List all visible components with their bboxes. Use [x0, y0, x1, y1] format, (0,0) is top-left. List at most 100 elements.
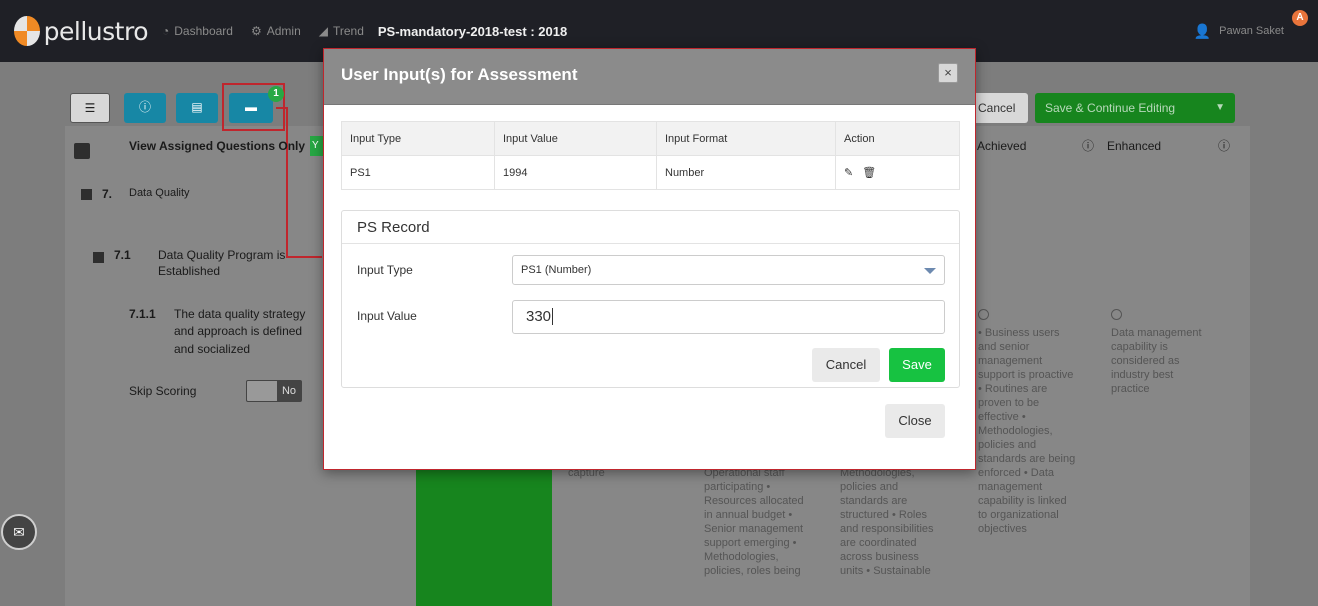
level-col2-line: policies, roles being [704, 565, 801, 577]
info-button[interactable]: ⓘ [124, 93, 166, 123]
view-assigned-header: View Assigned Questions Only [129, 126, 305, 166]
level-col2-line: Senior management [704, 523, 804, 535]
question-line3: and socialized [174, 342, 251, 356]
cancel-button[interactable]: Cancel [976, 93, 1028, 123]
subsection-number: 7.1 [114, 248, 131, 262]
input-type-label: Input Type [357, 263, 413, 277]
app-logo[interactable]: pellustro [14, 16, 149, 46]
input-value-text: 330 [526, 308, 552, 325]
level-col3-line: are coordinated [840, 537, 917, 549]
user-menu[interactable]: 👤 Pawan Saket [1194, 0, 1284, 62]
achieved-line: • Business users [978, 327, 1060, 339]
ps-record-panel: PS Record Input Type PS1 (Number) Input … [341, 210, 960, 388]
nav-dashboard-label: Dashboard [174, 24, 233, 38]
section-collapse-icon[interactable] [81, 189, 92, 200]
gauge-icon: ◔ [162, 24, 170, 38]
nav-admin-label: Admin [266, 24, 301, 38]
enhanced-radio[interactable] [1111, 309, 1122, 320]
achieved-info-icon[interactable]: ⓘ [1082, 137, 1094, 154]
modal-title: User Input(s) for Assessment [341, 65, 578, 84]
pencil-icon[interactable]: ✎ [844, 167, 853, 179]
table-header-row: Input Type Input Value Input Format Acti… [341, 121, 960, 156]
level-col3-text: Methodologies, policies and standards ar… [840, 466, 934, 578]
enhanced-line: industry best [1111, 369, 1174, 381]
trash-icon[interactable]: 🗑 [862, 167, 876, 179]
input-value-field[interactable]: 330 [512, 300, 945, 334]
achieved-line: Methodologies, [978, 425, 1053, 437]
level-col3-line: across business [840, 551, 919, 563]
modal-close-button[interactable]: Close [885, 404, 945, 438]
selected-level-cell [416, 470, 552, 606]
achieved-line: objectives [978, 523, 1027, 535]
nav-trend-label: Trend [332, 24, 364, 38]
level-col2-line: participating • [704, 481, 771, 493]
section-number: 7. [102, 187, 113, 201]
logo-text: pellustro [43, 16, 149, 46]
caret-down-icon[interactable]: ▼ [1215, 93, 1225, 123]
document-icon: ▤ [191, 100, 203, 114]
close-icon[interactable]: × [938, 63, 958, 83]
achieved-line: to organizational [978, 509, 1059, 521]
achieved-line: proven to be [978, 397, 1040, 409]
achieved-line: management [978, 355, 1043, 367]
section-label: Data Quality [129, 187, 190, 199]
col-header-action: Action [835, 121, 960, 156]
achieved-radio[interactable] [978, 309, 989, 320]
level-col2-line: Resources allocated [704, 495, 804, 507]
skip-scoring-label: Skip Scoring [129, 384, 197, 398]
cell-input-value: 1994 [494, 155, 657, 190]
subsection-label-line2: Established [158, 264, 221, 278]
modal-header: User Input(s) for Assessment × [324, 49, 975, 105]
skip-scoring-toggle[interactable]: No [246, 380, 302, 402]
menu-button[interactable]: ☰ [70, 93, 110, 123]
ps-cancel-button[interactable]: Cancel [812, 348, 880, 382]
subsection-label-line1: Data Quality Program is [158, 248, 286, 262]
achieved-text: • Business users and senior management s… [978, 326, 1075, 536]
input-type-select[interactable]: PS1 (Number) [512, 255, 945, 285]
cell-input-type: PS1 [341, 155, 495, 190]
user-name: Pawan Saket [1219, 25, 1284, 37]
enhanced-info-icon[interactable]: ⓘ [1218, 137, 1230, 154]
gear-icon: ⚙ [250, 24, 262, 38]
subsection-collapse-icon[interactable] [93, 252, 104, 263]
level-col3-line: structured • Roles [840, 509, 927, 521]
user-notification-badge[interactable]: A [1292, 10, 1308, 26]
document-button[interactable]: ▤ [176, 93, 218, 123]
nav-admin[interactable]: ⚙ Admin [247, 0, 305, 62]
enhanced-line: Data management [1111, 327, 1202, 339]
achieved-line: effective • [978, 411, 1026, 423]
col-header-input-format: Input Format [656, 121, 836, 156]
user-icon: 👤 [1193, 22, 1212, 39]
highlight-connector-arrow [286, 256, 322, 258]
collapse-all-toggle[interactable] [74, 143, 90, 159]
cell-action: ✎ 🗑 [835, 155, 960, 190]
chevron-down-icon [924, 268, 936, 274]
enhanced-text: Data management capability is considered… [1111, 326, 1202, 396]
user-inputs-table: Input Type Input Value Input Format Acti… [341, 121, 960, 190]
save-continue-label: Save & Continue Editing [1045, 101, 1176, 115]
achieved-line: support is proactive [978, 369, 1074, 381]
save-continue-button[interactable]: Save & Continue Editing ▼ [1035, 93, 1235, 123]
question-line1: The data quality strategy [174, 307, 306, 321]
ps-record-title: PS Record [342, 211, 959, 244]
achieved-line: management [978, 481, 1043, 493]
logo-mark-icon [14, 16, 40, 46]
envelope-icon: ✉ [13, 524, 25, 540]
level-col3-line: units • Sustainable [840, 565, 931, 577]
enhanced-header-label: Enhanced [1107, 139, 1162, 153]
level-col2-line: in annual budget • [704, 509, 793, 521]
table-row: PS1 1994 Number ✎ 🗑 [341, 155, 960, 190]
feedback-mail-button[interactable]: ✉ [1, 514, 37, 550]
input-value-label: Input Value [357, 309, 417, 323]
level-col2-line: Methodologies, [704, 551, 779, 563]
ps-save-button[interactable]: Save [889, 348, 945, 382]
skip-scoring-value: No [277, 381, 301, 401]
nav-dashboard[interactable]: ◔ Dashboard [158, 0, 237, 62]
view-assigned-toggle[interactable]: Y [310, 136, 324, 156]
achieved-header: Achieved [977, 126, 1026, 166]
enhanced-header: Enhanced [1107, 126, 1161, 166]
achieved-line: and senior [978, 341, 1030, 353]
achieved-line: enforced • Data [978, 467, 1055, 479]
enhanced-line: capability is [1111, 341, 1168, 353]
user-input-modal: User Input(s) for Assessment × Input Typ… [323, 48, 976, 470]
